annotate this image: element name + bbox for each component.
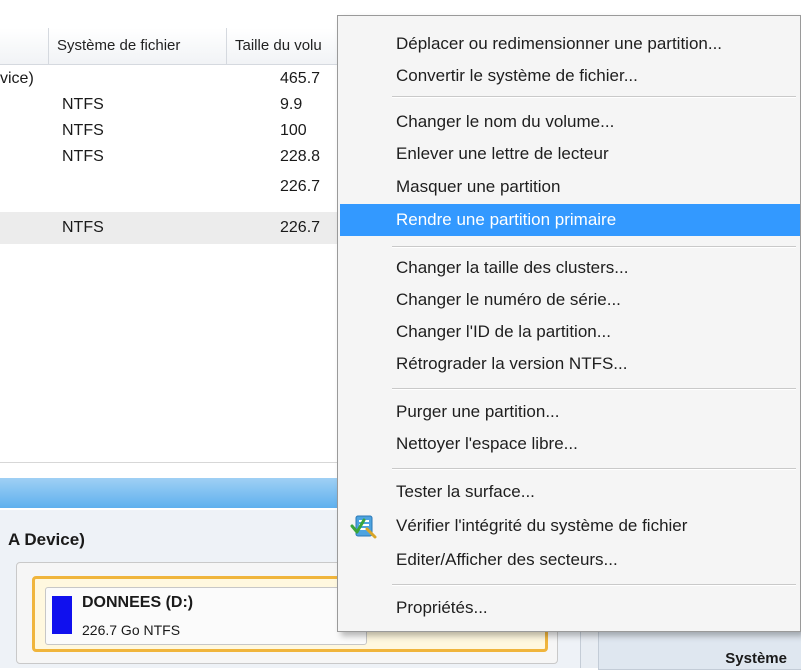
cell-size: 226.7	[280, 219, 321, 236]
drive-color-swatch	[52, 596, 72, 634]
column-header-volume-size[interactable]: Taille du volu	[226, 28, 340, 64]
table-row-selected[interactable]: NTFS 226.7	[0, 212, 340, 244]
cell-size: 228.8	[280, 148, 321, 165]
menu-item-convert-filesystem[interactable]: Convertir le système de fichier...	[340, 60, 800, 92]
table-row[interactable]: 226.7	[0, 174, 340, 200]
menu-item-label: Enlever une lettre de lecteur	[396, 144, 609, 163]
table-row[interactable]: NTFS 9.9	[0, 92, 340, 118]
table-row[interactable]: vice) 465.7	[0, 66, 340, 92]
table-row[interactable]: NTFS 228.8	[0, 144, 340, 170]
menu-item-label: Nettoyer l'espace libre...	[396, 434, 578, 453]
menu-separator	[392, 96, 796, 98]
cell-filesystem: NTFS	[62, 148, 104, 165]
menu-separator	[392, 468, 796, 470]
table-row[interactable]: NTFS 100	[0, 118, 340, 144]
context-menu: Déplacer ou redimensionner une partition…	[337, 15, 801, 632]
cell-filesystem: NTFS	[62, 122, 104, 139]
menu-item-edit-view-sectors[interactable]: Editer/Afficher des secteurs...	[340, 544, 800, 576]
menu-item-wipe-partition[interactable]: Purger une partition...	[340, 396, 800, 428]
table-header: Système de fichier Taille du volu	[0, 28, 340, 65]
menu-item-label: Masquer une partition	[396, 177, 561, 196]
menu-item-label: Editer/Afficher des secteurs...	[396, 550, 618, 569]
menu-item-label: Vérifier l'intégrité du système de fichi…	[396, 516, 688, 535]
menu-item-downgrade-ntfs[interactable]: Rétrograder la version NTFS...	[340, 348, 800, 380]
cell-size: 226.7	[280, 178, 321, 195]
menu-item-change-serial-number[interactable]: Changer le numéro de série...	[340, 284, 800, 316]
menu-item-change-partition-id[interactable]: Changer l'ID de la partition...	[340, 316, 800, 348]
menu-item-move-resize[interactable]: Déplacer ou redimensionner une partition…	[340, 28, 800, 60]
cell-filesystem: NTFS	[62, 96, 104, 113]
menu-item-label: Changer le nom du volume...	[396, 112, 615, 131]
menu-separator	[392, 246, 796, 248]
menu-item-label: Tester la surface...	[396, 482, 535, 501]
menu-item-label: Purger une partition...	[396, 402, 560, 421]
column-header-name[interactable]	[0, 28, 48, 64]
cell-filesystem: NTFS	[62, 219, 104, 236]
menu-item-label: Propriétés...	[396, 598, 488, 617]
cell-size: 9.9	[280, 96, 303, 113]
menu-item-label: Changer l'ID de la partition...	[396, 322, 611, 341]
column-header-filesystem[interactable]: Système de fichier	[48, 28, 226, 64]
menu-item-label: Convertir le système de fichier...	[396, 66, 638, 85]
menu-item-label: Rendre une partition primaire	[396, 210, 617, 229]
menu-item-properties[interactable]: Propriétés...	[340, 592, 800, 624]
menu-item-change-volume-name[interactable]: Changer le nom du volume...	[340, 106, 800, 138]
divider	[0, 462, 340, 463]
properties-label: Système	[725, 650, 787, 667]
disk-title: A Device)	[8, 530, 85, 549]
menu-item-label: Changer la taille des clusters...	[396, 258, 629, 277]
menu-item-label: Changer le numéro de série...	[396, 290, 621, 309]
menu-separator	[392, 388, 796, 390]
menu-item-surface-test[interactable]: Tester la surface...	[340, 476, 800, 508]
disk-usage-bar	[0, 478, 340, 508]
menu-item-clean-free-space[interactable]: Nettoyer l'espace libre...	[340, 428, 800, 460]
menu-separator	[392, 584, 796, 586]
menu-item-label: Déplacer ou redimensionner une partition…	[396, 34, 723, 53]
menu-item-make-primary[interactable]: Rendre une partition primaire	[340, 204, 800, 236]
menu-item-check-filesystem[interactable]: Vérifier l'intégrité du système de fichi…	[340, 510, 800, 542]
check-filesystem-icon	[350, 512, 378, 540]
menu-item-label: Rétrograder la version NTFS...	[396, 354, 628, 373]
menu-item-remove-drive-letter[interactable]: Enlever une lettre de lecteur	[340, 138, 800, 170]
cell-size: 465.7	[280, 70, 321, 87]
cell-name: vice)	[0, 70, 34, 87]
menu-item-hide-partition[interactable]: Masquer une partition	[340, 171, 800, 203]
partition-info-box: DONNEES (D:) 226.7 Go NTFS	[45, 587, 367, 645]
partition-size: 226.7 Go NTFS	[82, 622, 181, 638]
menu-item-change-cluster-size[interactable]: Changer la taille des clusters...	[340, 252, 800, 284]
cell-size: 100	[280, 122, 307, 139]
partition-name: DONNEES (D:)	[82, 594, 194, 611]
